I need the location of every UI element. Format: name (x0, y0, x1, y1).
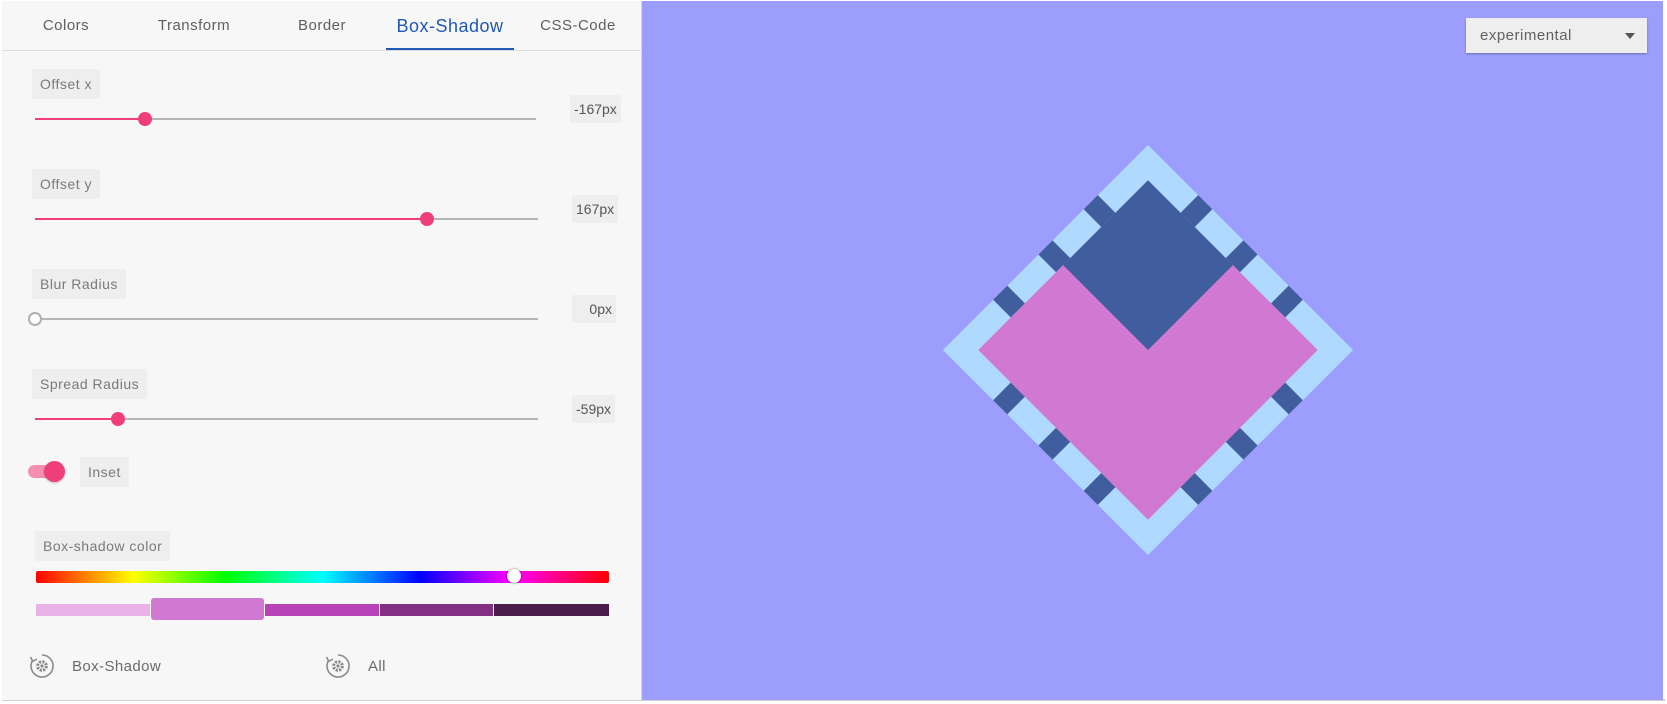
offset-x-slider-fill (35, 118, 145, 120)
shade-swatch-selected[interactable] (150, 598, 265, 620)
tab-border[interactable]: Border (258, 1, 386, 51)
control-panel: Colors Transform Border Box-Shadow CSS-C… (2, 1, 642, 700)
tab-css-code[interactable]: CSS-Code (514, 1, 642, 51)
shade-swatches (36, 598, 609, 620)
hue-slider[interactable] (36, 569, 609, 583)
box-shadow-color-label: Box-shadow color (35, 531, 171, 561)
offset-x-slider[interactable] (35, 112, 536, 126)
offset-x-label: Offset x (32, 69, 100, 99)
offset-y-value: 167px (572, 195, 619, 223)
spread-radius-slider-fill (35, 418, 118, 420)
active-tab-indicator (386, 48, 514, 50)
spread-radius-slider-thumb[interactable] (111, 412, 125, 426)
blur-radius-label: Blur Radius (32, 269, 126, 299)
tab-transform[interactable]: Transform (130, 1, 258, 51)
tab-bar: Colors Transform Border Box-Shadow CSS-C… (2, 1, 642, 51)
tab-colors[interactable]: Colors (2, 1, 130, 51)
shade-swatch[interactable] (36, 604, 150, 616)
spread-radius-slider[interactable] (35, 412, 538, 426)
reset-box-shadow-label: Box-Shadow (72, 658, 162, 675)
preview-stage (942, 144, 1354, 556)
blur-radius-value: 0px (572, 295, 616, 323)
mode-select[interactable]: experimental (1466, 18, 1647, 53)
shade-swatch[interactable] (494, 604, 609, 616)
spread-radius-value: -59px (572, 395, 616, 423)
offset-y-label: Offset y (32, 169, 100, 199)
inset-toggle-thumb[interactable] (44, 461, 65, 482)
offset-y-slider-fill (35, 218, 427, 220)
inset-label: Inset (80, 457, 129, 487)
offset-y-slider[interactable] (35, 212, 538, 226)
preview-area: experimental (642, 1, 1663, 700)
shade-swatch[interactable] (265, 604, 379, 616)
settings-reset-icon (29, 654, 54, 678)
offset-x-value: -167px (570, 95, 621, 123)
shade-swatch[interactable] (379, 604, 494, 616)
offset-y-slider-thumb[interactable] (420, 212, 434, 226)
spread-radius-label: Spread Radius (32, 369, 148, 399)
inset-toggle[interactable] (28, 461, 65, 482)
settings-reset-icon (325, 654, 350, 678)
hue-slider-thumb[interactable] (507, 569, 522, 583)
mode-select-value: experimental (1480, 27, 1572, 44)
offset-x-slider-thumb[interactable] (138, 112, 152, 126)
tab-box-shadow[interactable]: Box-Shadow (386, 1, 514, 51)
chevron-down-icon (1625, 33, 1635, 39)
reset-all-label: All (368, 658, 386, 675)
blur-radius-slider[interactable] (28, 312, 538, 326)
blur-radius-slider-thumb[interactable] (28, 312, 42, 326)
